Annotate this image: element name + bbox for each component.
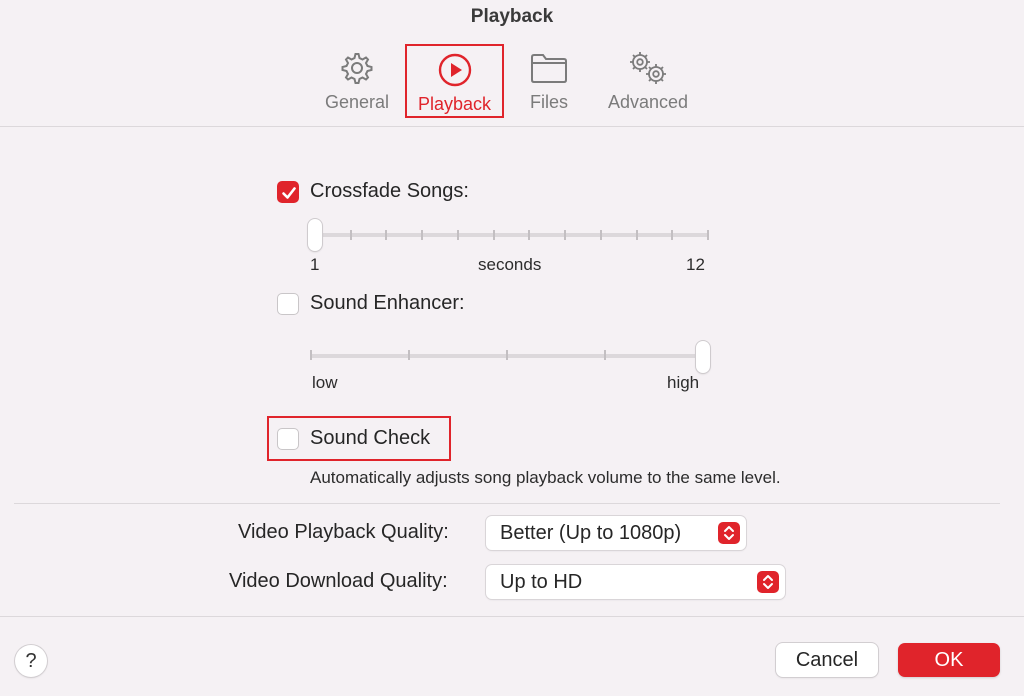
tab-files-label: Files (529, 92, 568, 112)
tab-playback-label: Playback (417, 94, 492, 114)
crossfade-slider-tick (456, 230, 459, 240)
tab-advanced[interactable]: Advanced (600, 44, 696, 118)
crossfade-unit-label: seconds (478, 255, 542, 274)
crossfade-slider-tick (385, 230, 388, 240)
video-playback-quality-value: Better (Up to 1080p) (500, 522, 682, 544)
crossfade-checkbox[interactable] (277, 181, 299, 203)
gear-icon (339, 48, 375, 88)
crossfade-slider-track (315, 233, 709, 237)
crossfade-slider-tick (707, 230, 709, 240)
crossfade-slider-tick (349, 230, 352, 240)
cancel-button[interactable]: Cancel (776, 643, 878, 677)
tab-advanced-label: Advanced (607, 92, 689, 112)
crossfade-slider-knob[interactable] (308, 219, 322, 251)
help-button[interactable]: ? (15, 645, 47, 677)
video-download-quality-label: Video Download Quality: (229, 570, 448, 592)
video-playback-quality-select[interactable]: Better (Up to 1080p) (486, 516, 746, 550)
sound-check-checkbox[interactable] (277, 428, 299, 450)
sound-enhancer-slider-tick (604, 350, 606, 360)
sound-enhancer-max-label: high (667, 373, 700, 392)
updown-chevron-icon (718, 522, 740, 544)
crossfade-slider-tick (671, 230, 674, 240)
ok-button[interactable]: OK (898, 643, 1000, 677)
sound-enhancer-slider-tick (408, 350, 410, 360)
sound-enhancer-checkbox[interactable] (277, 293, 299, 315)
tab-general-label: General (324, 92, 390, 112)
sound-enhancer-slider-tick (506, 350, 508, 360)
crossfade-max-label: 12 (686, 255, 705, 274)
window-title: Playback (470, 6, 554, 27)
video-playback-quality-label: Video Playback Quality: (238, 521, 449, 543)
sound-enhancer-slider-track (310, 354, 710, 358)
crossfade-slider-tick (421, 230, 424, 240)
updown-chevron-icon (757, 571, 779, 593)
toolbar-divider (0, 126, 1024, 127)
folder-icon (529, 48, 569, 88)
sound-enhancer-slider-knob[interactable] (696, 341, 710, 373)
video-download-quality-select[interactable]: Up to HD (486, 565, 785, 599)
tab-general[interactable]: General (318, 44, 396, 118)
checkmark-icon (282, 187, 296, 199)
sound-check-label: Sound Check (310, 427, 431, 449)
crossfade-slider-tick (564, 230, 567, 240)
preferences-toolbar: General Playback Files Advanced (0, 44, 1024, 120)
crossfade-label: Crossfade Songs: (310, 180, 469, 202)
crossfade-min-label: 1 (310, 255, 320, 274)
sound-enhancer-min-label: low (312, 373, 338, 392)
sound-enhancer-label: Sound Enhancer: (310, 292, 465, 314)
crossfade-slider-tick (492, 230, 495, 240)
video-download-quality-value: Up to HD (500, 571, 583, 593)
sound-check-description: Automatically adjusts song playback volu… (310, 468, 781, 487)
sound-enhancer-slider-tick (310, 350, 312, 360)
crossfade-slider-tick (528, 230, 531, 240)
tab-files[interactable]: Files (520, 44, 578, 118)
crossfade-slider-tick (599, 230, 602, 240)
gears-icon (625, 48, 671, 88)
play-circle-icon (437, 50, 473, 90)
crossfade-slider-tick (635, 230, 638, 240)
tab-playback[interactable]: Playback (405, 44, 504, 118)
section-divider (14, 503, 1000, 504)
footer-divider (0, 616, 1024, 617)
